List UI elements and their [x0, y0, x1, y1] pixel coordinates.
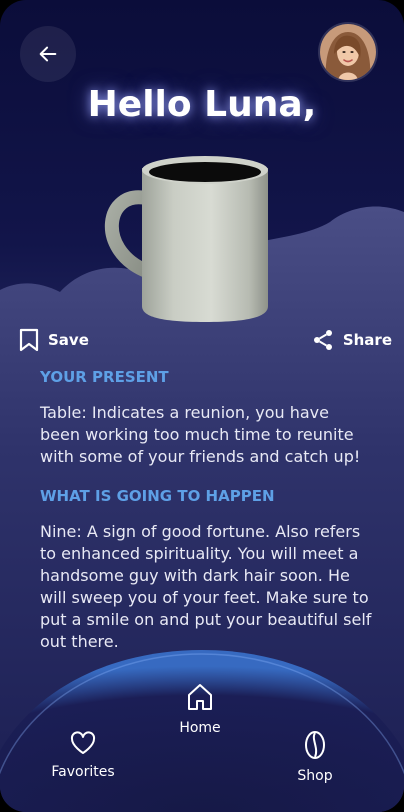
nav-shop-label: Shop [297, 768, 333, 784]
save-label: Save [48, 331, 89, 349]
page-title: Hello Luna, [87, 84, 317, 125]
arrow-left-icon [39, 46, 57, 62]
share-icon [313, 330, 332, 350]
save-button[interactable]: Save [18, 328, 89, 352]
avatar-image [320, 24, 376, 80]
share-label: Share [342, 331, 392, 349]
section-body-present: Table: Indicates a reunion, you have bee… [40, 403, 361, 466]
phone-screen: Hello Luna, Save Share YOUR PRESENT Tabl… [0, 0, 404, 812]
bookmark-icon [19, 328, 39, 352]
avatar[interactable] [320, 24, 376, 80]
nav-home-label: Home [179, 720, 221, 736]
section-title-future: WHAT IS GOING TO HAPPEN [40, 487, 275, 505]
heart-icon [70, 731, 96, 754]
nav-home[interactable]: Home [162, 682, 238, 736]
coffee-bean-icon [305, 731, 325, 759]
back-button[interactable] [20, 26, 76, 82]
section-body-future: Nine: A sign of good fortune. Also refer… [40, 522, 372, 651]
section-title-present: YOUR PRESENT [40, 368, 169, 386]
nav-shop[interactable]: Shop [280, 730, 350, 784]
nav-favorites[interactable]: Favorites [40, 730, 126, 780]
home-icon [188, 684, 212, 710]
share-button[interactable]: Share [311, 328, 392, 352]
nav-favorites-label: Favorites [51, 764, 115, 780]
coffee-cup-illustration [104, 156, 268, 322]
